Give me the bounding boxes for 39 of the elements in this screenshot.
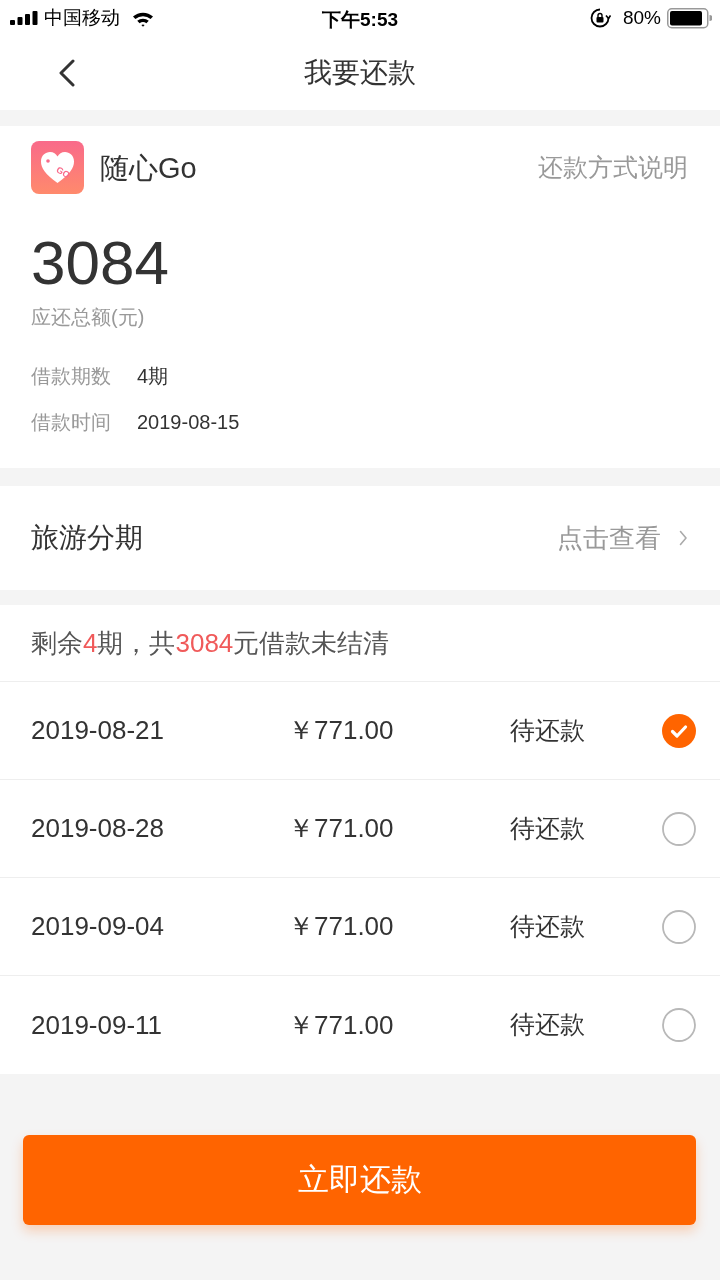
carrier-name: 中国移动 (44, 5, 120, 30)
installment-plan-row[interactable]: 旅游分期 点击查看 (0, 486, 720, 590)
detail-label: 借款时间 (31, 410, 112, 434)
radio-icon[interactable] (662, 909, 696, 944)
page-title: 我要还款 (304, 56, 416, 90)
radio-icon[interactable] (662, 1008, 696, 1042)
total-amount-label: 应还总额(元) (31, 305, 145, 330)
due-date: 2019-08-28 (31, 812, 165, 845)
rotation-lock-icon (589, 8, 611, 28)
installment-amount: ￥771.00 (288, 812, 395, 845)
payment-status: 待还款 (510, 714, 585, 746)
signal-icon (10, 11, 38, 25)
battery-percent: 80% (622, 5, 661, 30)
back-icon (58, 59, 76, 87)
product-name: 随心Go (100, 151, 197, 186)
installment-row[interactable]: 2019-09-11 ￥771.00 待还款 (0, 976, 720, 1074)
payment-status: 待还款 (510, 910, 585, 942)
installment-row[interactable]: 2019-08-28 ￥771.00 待还款 (0, 780, 720, 878)
detail-label: 借款期数 (31, 364, 112, 388)
due-date: 2019-09-04 (31, 910, 165, 943)
installment-amount: ￥771.00 (288, 714, 395, 747)
installment-amount: ￥771.00 (288, 1008, 395, 1042)
detail-value: 2019-08-15 (137, 410, 240, 434)
installment-amount: ￥771.00 (288, 910, 395, 943)
checked-radio-icon[interactable] (662, 713, 696, 748)
app-logo-icon: GO (31, 141, 84, 194)
chevron-right-icon (679, 530, 688, 546)
status-time: 下午5:53 (322, 9, 398, 30)
payment-status: 待还款 (510, 812, 585, 844)
payment-status: 待还款 (510, 1009, 585, 1041)
battery-icon (667, 7, 712, 29)
total-amount: 3084 (31, 232, 169, 294)
due-date: 2019-08-21 (31, 714, 165, 747)
installment-row[interactable]: 2019-09-04 ￥771.00 待还款 (0, 878, 720, 976)
due-date: 2019-09-11 (31, 1008, 164, 1042)
radio-icon[interactable] (662, 811, 696, 846)
installment-row[interactable]: 2019-08-21 ￥771.00 待还款 (0, 682, 720, 780)
outstanding-summary: 剩余4期，共3084元借款未结清 (31, 626, 390, 660)
detail-value: 4期 (137, 364, 169, 388)
